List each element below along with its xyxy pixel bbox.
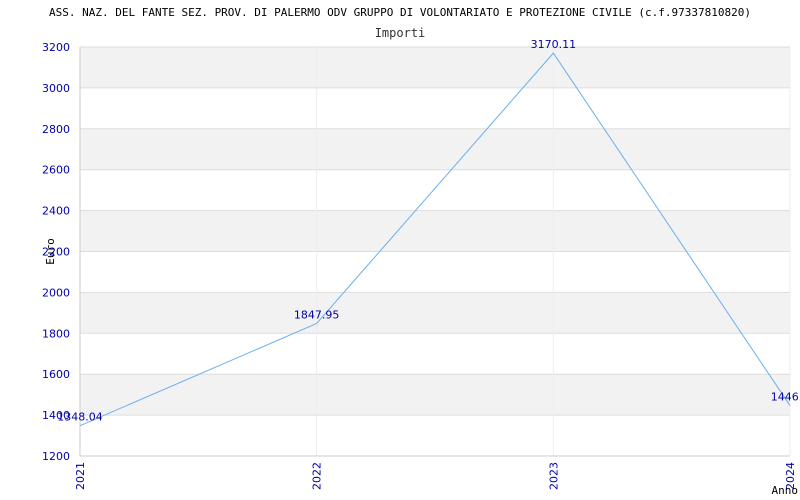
y-axis-label: Euro <box>44 238 57 265</box>
x-tick-label: 2022 <box>311 462 324 490</box>
line-chart: 1200140016001800200022002400260028003000… <box>42 38 800 497</box>
x-axis-ticks: 2021 2022 2023 2024 <box>74 462 797 490</box>
y-tick-label: 2600 <box>42 164 70 177</box>
grid-band <box>80 292 790 334</box>
y-tick-label: 1200 <box>42 450 70 463</box>
grid-band <box>80 374 790 416</box>
data-label: 1446.6 <box>771 391 800 404</box>
data-label: 1348.04 <box>57 411 103 424</box>
y-tick-label: 2000 <box>42 286 70 299</box>
grid-band <box>80 47 790 88</box>
y-tick-label: 3200 <box>42 41 70 54</box>
data-label: 1847.95 <box>294 308 340 321</box>
x-tick-label: 2021 <box>74 462 87 490</box>
y-tick-label: 3000 <box>42 82 70 95</box>
grid-band <box>80 210 790 252</box>
y-tick-label: 2800 <box>42 123 70 136</box>
x-tick-label: 2023 <box>547 462 560 490</box>
grid-bands <box>80 47 790 416</box>
data-label: 3170.11 <box>531 38 577 51</box>
y-tick-label: 2400 <box>42 205 70 218</box>
grid-band <box>80 128 790 170</box>
y-tick-label: 1800 <box>42 327 70 340</box>
y-tick-label: 1600 <box>42 368 70 381</box>
x-axis-label: Anno <box>772 484 799 497</box>
